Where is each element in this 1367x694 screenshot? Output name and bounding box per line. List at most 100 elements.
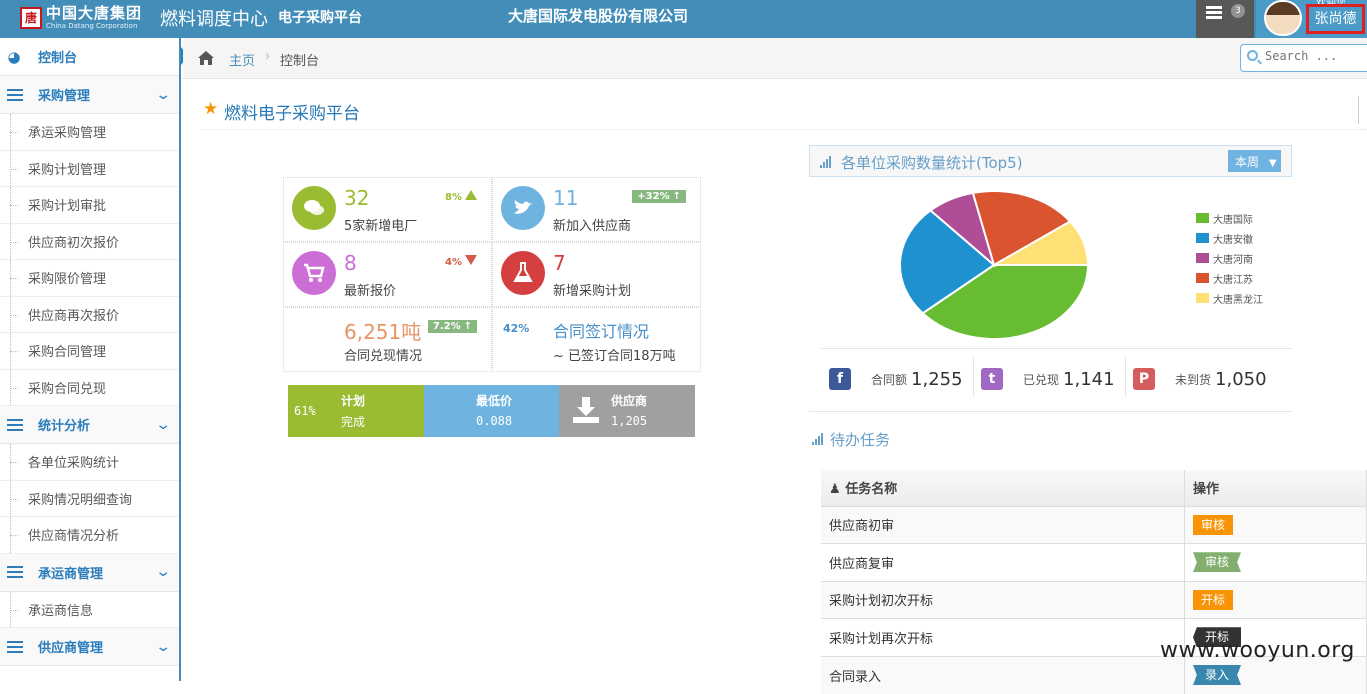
- task-name: 采购计划再次开标: [821, 618, 1185, 656]
- sidebar-item-carrier-procurement[interactable]: 承运采购管理: [0, 114, 179, 151]
- table-row: 采购计划初次开标 开标: [821, 580, 1367, 619]
- task-name: 采购计划初次开标: [821, 580, 1185, 619]
- contract-amount-stat: f 合同额 1,255: [829, 359, 963, 399]
- breadcrumb-current: 控制台: [280, 54, 320, 69]
- sidebar-group-label: 统计分析: [38, 419, 91, 434]
- pie-chart-widget: 各单位采购数量统计(Top5) 本周 ▼ 大唐国际大唐安徽大唐河南大唐江苏大唐黑…: [809, 145, 1292, 412]
- infobox-stat: 4%: [445, 255, 477, 268]
- social-stats-row: f 合同额 1,255 t 已兑现 1,141 P 未到货 1,050: [821, 348, 1292, 398]
- list-icon: [2, 563, 28, 581]
- home-icon[interactable]: [197, 50, 215, 66]
- tasks-icon: [1206, 6, 1222, 21]
- legend-label: 大唐黑龙江: [1213, 294, 1263, 306]
- sidebar-item-label: 采购合同兑现: [28, 381, 107, 397]
- sidebar-item-label: 各单位采购统计: [28, 456, 120, 472]
- sidebar-item-price-limit[interactable]: 采购限价管理: [0, 260, 179, 297]
- tasks-title: 待办任务: [830, 431, 891, 449]
- sidebar-group-procurement[interactable]: 采购管理 ⌄: [0, 76, 179, 114]
- plan-subtitle: 完成: [341, 415, 366, 429]
- table-row: 供应商初审 审核: [821, 505, 1367, 544]
- entry-button[interactable]: 录入: [1193, 665, 1242, 685]
- review-button[interactable]: 审核: [1193, 514, 1234, 535]
- sidebar-item-label: 采购计划审批: [28, 199, 107, 215]
- legend-swatch: [1196, 293, 1209, 303]
- search-input[interactable]: [1265, 49, 1365, 63]
- sidebar-group-carriers[interactable]: 承运商管理 ⌄: [0, 553, 179, 592]
- infobox-stat: 42%: [503, 322, 530, 335]
- sidebar-group-suppliers[interactable]: 供应商管理 ⌄: [0, 628, 179, 666]
- breadcrumb-home-link[interactable]: 主页: [229, 50, 255, 69]
- logo-en-text: China Datang Corporation: [46, 22, 138, 30]
- user-name[interactable]: 张尚德: [1306, 4, 1365, 34]
- pinterest-icon: P: [1133, 368, 1155, 390]
- legend-label: 大唐国际: [1213, 214, 1253, 226]
- watermark-text: www.wooyun.org: [1160, 638, 1355, 663]
- column-header-task-name: ♟ 任务名称: [821, 470, 1185, 507]
- legend-item: 大唐河南: [1196, 248, 1263, 268]
- review-button[interactable]: 审核: [1193, 552, 1242, 573]
- infobox-value: 7: [553, 251, 566, 275]
- sidebar-item-label: 供应商情况分析: [28, 529, 120, 545]
- social-stat-label: 已兑现: [1023, 372, 1060, 387]
- sidebar-item-label: 采购计划管理: [28, 162, 107, 178]
- breadcrumb-separator-icon: ›: [265, 49, 271, 64]
- infobox-contract-fulfillment: 6,251吨 合同兑现情况 7.2%: [283, 307, 492, 372]
- pie-legend: 大唐国际大唐安徽大唐河南大唐江苏大唐黑龙江: [1196, 208, 1263, 308]
- plan-completion-percent: 61%: [294, 404, 316, 418]
- company-name: 大唐国际发电股份有限公司: [508, 7, 689, 25]
- period-filter-dropdown[interactable]: 本周 ▼: [1228, 150, 1281, 172]
- sidebar-item-carrier-info[interactable]: 承运商信息: [0, 591, 179, 628]
- sidebar-item-label: 采购情况明细查询: [28, 492, 133, 508]
- sidebar-item-unit-statistics[interactable]: 各单位采购统计: [0, 444, 179, 481]
- message-count-badge: 3: [1231, 4, 1245, 18]
- pie-chart-title: 各单位采购数量统计(Top5): [841, 154, 1023, 172]
- open-bid-button[interactable]: 开标: [1193, 589, 1234, 610]
- social-stat-value: 1,050: [1215, 368, 1267, 390]
- infobox-desc: 最新报价: [344, 284, 397, 299]
- sidebar-item-second-quote[interactable]: 供应商再次报价: [0, 296, 179, 333]
- user-menu[interactable]: 欢迎您 张尚德: [1256, 0, 1367, 38]
- chevron-down-icon: ⌄: [155, 638, 172, 655]
- sidebar-group-statistics[interactable]: 统计分析 ⌄: [0, 406, 179, 444]
- sidebar-item-detail-query[interactable]: 采购情况明细查询: [0, 480, 179, 517]
- sidebar-group-label: 供应商管理: [38, 641, 104, 656]
- social-stat-value: 1,141: [1063, 368, 1115, 390]
- infobox-new-plans: 7 新增采购计划: [492, 242, 701, 307]
- sidebar-item-contract-fulfillment[interactable]: 采购合同兑现: [0, 369, 179, 406]
- social-stat-value: 1,255: [911, 368, 963, 390]
- sidebar-item-plan-approval[interactable]: 采购计划审批: [0, 187, 179, 224]
- chevron-down-icon: ▼: [1268, 158, 1277, 169]
- sidebar-item-contract-management[interactable]: 采购合同管理: [0, 333, 179, 370]
- legend-label: 大唐河南: [1213, 254, 1253, 266]
- period-filter-label: 本周: [1235, 155, 1260, 169]
- search-icon: [1247, 50, 1258, 61]
- legend-item: 大唐江苏: [1196, 268, 1263, 288]
- brand-logo[interactable]: 唐 中国大唐集团 China Datang Corporation: [20, 3, 142, 33]
- sidebar-item-label: 供应商初次报价: [28, 235, 120, 251]
- logo-cn-text: 中国大唐集团: [46, 4, 143, 22]
- signal-icon: [820, 156, 832, 168]
- sidebar-group-label: 采购管理: [38, 89, 91, 104]
- sidebar-item-plan-management[interactable]: 采购计划管理: [0, 150, 179, 187]
- legend-item: 大唐黑龙江: [1196, 288, 1263, 308]
- sidebar-item-label: 供应商再次报价: [28, 308, 120, 324]
- list-icon: [2, 86, 28, 104]
- plan-title: 计划: [341, 394, 366, 408]
- sidebar-item-dashboard[interactable]: ◕ 控制台: [0, 38, 188, 76]
- social-stat-label: 合同额: [871, 372, 908, 387]
- infobox-grid: 32 5家新增电厂 8% 11 新加入供应商 +32% 8 最新报价 4% 7 …: [283, 177, 701, 372]
- sidebar-item-first-quote[interactable]: 供应商初次报价: [0, 223, 179, 260]
- lowest-price-title: 最低价: [476, 394, 513, 408]
- legend-label: 大唐安徽: [1213, 234, 1253, 246]
- messages-button[interactable]: 3: [1196, 0, 1254, 38]
- infobox-desc: 新加入供应商: [553, 219, 632, 234]
- infobox-new-suppliers: 11 新加入供应商 +32%: [492, 177, 701, 242]
- twitter-icon: t: [981, 368, 1003, 390]
- infobox-value: 6,251吨: [344, 320, 422, 344]
- task-name: 供应商初审: [821, 505, 1185, 544]
- legend-label: 大唐江苏: [1213, 274, 1253, 286]
- sidebar-item-supplier-analysis[interactable]: 供应商情况分析: [0, 517, 179, 554]
- undelivered-stat: P 未到货 1,050: [1133, 359, 1267, 399]
- sidebar-item-label: 承运商信息: [28, 603, 94, 619]
- infobox-desc: 新增采购计划: [553, 284, 632, 299]
